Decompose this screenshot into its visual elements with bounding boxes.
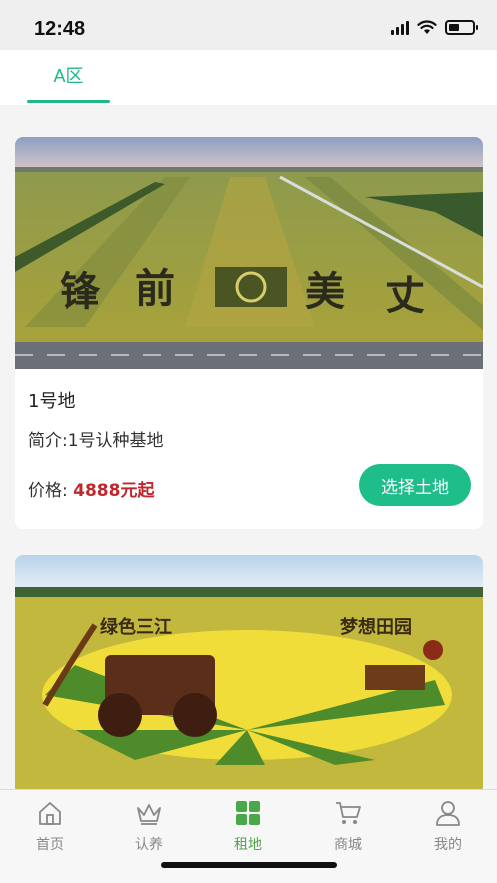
plot-title: 1号地 [28, 391, 76, 412]
svg-text:锋: 锋 [60, 269, 101, 315]
wifi-icon [417, 20, 437, 34]
status-time: 12:48 [34, 18, 86, 40]
user-icon [436, 801, 460, 826]
nav-item-home[interactable]: 首页 [10, 800, 90, 856]
nav-label: 首页 [36, 837, 64, 853]
tab-label: A区 [53, 66, 84, 86]
plot-price: 价格: 4888元起 [28, 476, 154, 501]
svg-text:丈: 丈 [385, 273, 425, 319]
nav-item-adopt[interactable]: 认养 [109, 800, 189, 856]
home-indicator[interactable] [161, 862, 337, 868]
area-tabs: A区 [0, 50, 497, 105]
bottom-nav: 首页 认养 租地 商城 我的 [0, 789, 497, 857]
nav-label: 我的 [434, 837, 462, 853]
status-bar: 12:48 [0, 0, 497, 50]
price-value: 4888元起 [73, 481, 155, 501]
plot-image: 绿色三江 梦想田园 [15, 555, 483, 795]
plot-card[interactable]: 绿色三江 梦想田园 [15, 555, 483, 795]
grid-icon [236, 801, 260, 825]
select-land-button[interactable]: 选择土地 [359, 464, 471, 506]
crown-icon [137, 804, 161, 825]
home-icon [39, 802, 61, 825]
cart-icon [336, 802, 361, 824]
plot-image: 锋 前 美 丈 [15, 137, 483, 369]
svg-text:前: 前 [135, 266, 175, 312]
nav-item-rent-land[interactable]: 租地 [208, 800, 288, 856]
tab-area-a[interactable]: A区 [27, 50, 110, 105]
price-label: 价格: [28, 481, 68, 501]
plot-card[interactable]: 锋 前 美 丈 1号地 简介:1号认种基地 价格: 4888元起 选择土地 [15, 137, 483, 529]
svg-text:绿色三江: 绿色三江 [100, 616, 172, 638]
tab-active-indicator [27, 100, 110, 103]
battery-icon [445, 20, 478, 35]
nav-label: 租地 [234, 837, 262, 853]
nav-item-shop[interactable]: 商城 [308, 800, 388, 856]
nav-label: 认养 [135, 837, 163, 853]
svg-text:美: 美 [305, 269, 345, 315]
svg-text:梦想田园: 梦想田园 [340, 616, 412, 638]
nav-label: 商城 [334, 837, 362, 853]
plot-description: 简介:1号认种基地 [28, 431, 164, 451]
nav-item-mine[interactable]: 我的 [408, 800, 488, 856]
status-icons [391, 20, 478, 35]
signal-icon [391, 20, 409, 35]
home-indicator-area [0, 857, 497, 883]
